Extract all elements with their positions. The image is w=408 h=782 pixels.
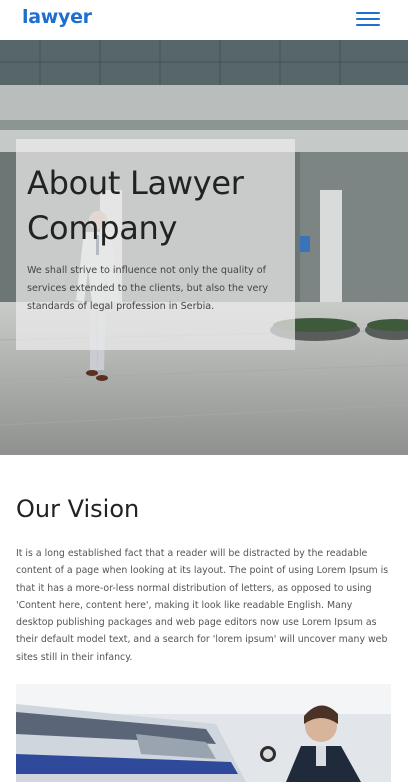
vision-heading: Our Vision (16, 495, 140, 523)
hero-title: About Lawyer Company (27, 164, 244, 247)
menu-bar (356, 24, 380, 26)
vision-paragraph: It is a long established fact that a rea… (16, 548, 389, 663)
train-station-photo (16, 684, 391, 782)
menu-bar (356, 18, 380, 20)
hero-description: We shall strive to influence not only th… (27, 265, 269, 312)
vision-image (16, 684, 391, 782)
site-header: lawyer (0, 0, 408, 40)
hero-section: About Lawyer Company We shall strive to … (0, 40, 408, 455)
menu-bar (356, 12, 380, 14)
hamburger-menu-icon[interactable] (356, 10, 380, 28)
logo[interactable]: lawyer (22, 6, 92, 28)
